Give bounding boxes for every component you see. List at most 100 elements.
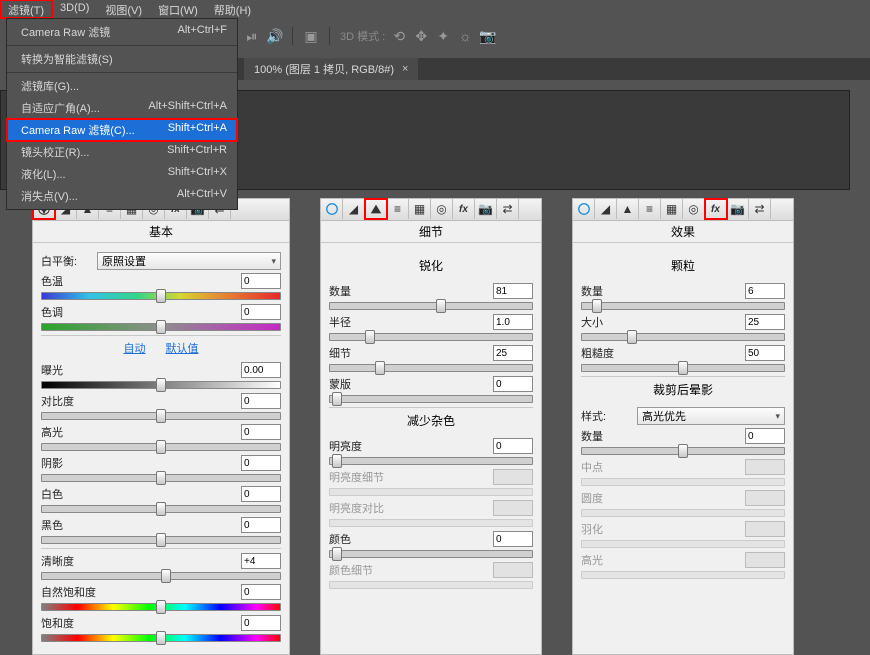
tab-basic-icon[interactable]: [573, 199, 595, 219]
sharpen-radius-slider[interactable]: [329, 333, 533, 341]
tab-split-icon[interactable]: ▦: [409, 199, 431, 219]
tab-tonecurve-icon[interactable]: ◢: [343, 199, 365, 219]
sharpen-mask-input[interactable]: [493, 376, 533, 392]
default-link[interactable]: 默认值: [166, 340, 199, 356]
highlights-input[interactable]: [241, 424, 281, 440]
tint-slider[interactable]: [41, 323, 281, 331]
vibrance-slider[interactable]: [41, 603, 281, 611]
color-noise-input[interactable]: [493, 531, 533, 547]
shadows-slider[interactable]: [41, 474, 281, 482]
tint-input[interactable]: [241, 304, 281, 320]
close-tab-icon[interactable]: ×: [402, 63, 408, 75]
tab-lens-icon[interactable]: ◎: [683, 199, 705, 219]
tab-detail-icon[interactable]: ▲: [617, 199, 639, 219]
vignette-amount-slider[interactable]: [581, 447, 785, 455]
contrast-slider[interactable]: [41, 412, 281, 420]
menu-item-liquify[interactable]: 液化(L)... Shift+Ctrl+X: [7, 163, 237, 185]
tab-fx-icon[interactable]: fx: [705, 199, 727, 219]
menu-filter[interactable]: 滤镜(T): [0, 0, 52, 18]
grain-roughness-input[interactable]: [745, 345, 785, 361]
noise-section-title: 减少杂色: [329, 407, 533, 435]
tab-camera-icon[interactable]: 📷: [727, 199, 749, 219]
white-balance-dropdown[interactable]: 原照设置 ▾: [97, 252, 281, 270]
menu-item-vanishing-point[interactable]: 消失点(V)... Alt+Ctrl+V: [7, 185, 237, 207]
menu-item-smart-filter[interactable]: 转换为智能滤镜(S): [7, 48, 237, 70]
tab-tonecurve-icon[interactable]: ◢: [595, 199, 617, 219]
speaker-icon[interactable]: 🔊: [266, 28, 282, 44]
temperature-slider[interactable]: [41, 292, 281, 300]
menu-3d[interactable]: 3D(D): [52, 0, 97, 18]
exposure-slider[interactable]: [41, 381, 281, 389]
menu-item-label: 滤镜库(G)...: [21, 78, 79, 94]
whites-slider[interactable]: [41, 505, 281, 513]
menu-item-lens-correction[interactable]: 镜头校正(R)... Shift+Ctrl+R: [7, 141, 237, 163]
sharpen-detail-slider[interactable]: [329, 364, 533, 372]
menu-item-shortcut: Alt+Ctrl+F: [177, 24, 227, 40]
luminance-input[interactable]: [493, 438, 533, 454]
sharpen-amount-slider[interactable]: [329, 302, 533, 310]
highlights-slider[interactable]: [41, 443, 281, 451]
sharpen-detail-input[interactable]: [493, 345, 533, 361]
tab-lens-icon[interactable]: ◎: [431, 199, 453, 219]
tab-fx-icon[interactable]: fx: [453, 199, 475, 219]
exposure-input[interactable]: [241, 362, 281, 378]
tab-presets-icon[interactable]: ⇄: [497, 199, 519, 219]
grain-section-title: 颗粒: [581, 253, 785, 280]
menu-view[interactable]: 视图(V): [97, 0, 150, 18]
tab-hsl-icon[interactable]: ≡: [387, 199, 409, 219]
grain-size-slider[interactable]: [581, 333, 785, 341]
tab-camera-icon[interactable]: 📷: [475, 199, 497, 219]
grain-roughness-slider[interactable]: [581, 364, 785, 372]
grain-amount-input[interactable]: [745, 283, 785, 299]
menu-item-shortcut: Shift+Ctrl+X: [168, 166, 227, 182]
temperature-input[interactable]: [241, 273, 281, 289]
panel-detail-title: 细节: [321, 221, 541, 243]
play-pause-icon[interactable]: ⏯: [244, 28, 260, 44]
sharpen-mask-slider[interactable]: [329, 395, 533, 403]
blacks-slider[interactable]: [41, 536, 281, 544]
rotate-icon[interactable]: ⟲: [391, 28, 407, 44]
blacks-input[interactable]: [241, 517, 281, 533]
whites-input[interactable]: [241, 486, 281, 502]
saturation-input[interactable]: [241, 615, 281, 631]
tab-basic-icon[interactable]: [321, 199, 343, 219]
menu-item-camera-raw-filter[interactable]: Camera Raw 滤镜(C)... Shift+Ctrl+A: [7, 119, 237, 141]
vignette-style-dropdown[interactable]: 高光优先 ▾: [637, 407, 785, 425]
menu-item-filter-gallery[interactable]: 滤镜库(G)...: [7, 75, 237, 97]
frame-icon[interactable]: ▣: [303, 28, 319, 44]
color-noise-slider[interactable]: [329, 550, 533, 558]
vibrance-input[interactable]: [241, 584, 281, 600]
menu-item-camera-raw-repeat[interactable]: Camera Raw 滤镜 Alt+Ctrl+F: [7, 21, 237, 43]
grain-size-input[interactable]: [745, 314, 785, 330]
luminance-slider[interactable]: [329, 457, 533, 465]
tab-detail-icon[interactable]: [365, 199, 387, 219]
grain-amount-label: 数量: [581, 283, 633, 299]
sharpen-amount-input[interactable]: [493, 283, 533, 299]
auto-link[interactable]: 自动: [124, 340, 146, 356]
clarity-input[interactable]: [241, 553, 281, 569]
move-3d-icon[interactable]: ✥: [413, 28, 429, 44]
grain-amount-slider[interactable]: [581, 302, 785, 310]
camera-3d-icon[interactable]: 📷: [479, 28, 495, 44]
vignette-midpoint-slider: [581, 478, 785, 486]
tab-split-icon[interactable]: ▦: [661, 199, 683, 219]
menu-help[interactable]: 帮助(H): [206, 0, 259, 18]
saturation-slider[interactable]: [41, 634, 281, 642]
menu-item-adaptive-wideangle[interactable]: 自适应广角(A)... Alt+Shift+Ctrl+A: [7, 97, 237, 119]
menu-window[interactable]: 窗口(W): [150, 0, 206, 18]
vignette-roundness-input: [745, 490, 785, 506]
sharpen-radius-input[interactable]: [493, 314, 533, 330]
menu-item-shortcut: Shift+Ctrl+R: [167, 144, 227, 160]
light-3d-icon[interactable]: ✦: [435, 28, 451, 44]
luminance-detail-input: [493, 469, 533, 485]
white-balance-label: 白平衡:: [41, 253, 93, 269]
tab-presets-icon[interactable]: ⇄: [749, 199, 771, 219]
shadows-input[interactable]: [241, 455, 281, 471]
mesh-3d-icon[interactable]: ☼: [457, 28, 473, 44]
clarity-label: 清晰度: [41, 553, 93, 569]
document-tab[interactable]: 100% (图层 1 拷贝, RGB/8#) ×: [244, 58, 418, 80]
tab-hsl-icon[interactable]: ≡: [639, 199, 661, 219]
contrast-input[interactable]: [241, 393, 281, 409]
clarity-slider[interactable]: [41, 572, 281, 580]
vignette-amount-input[interactable]: [745, 428, 785, 444]
